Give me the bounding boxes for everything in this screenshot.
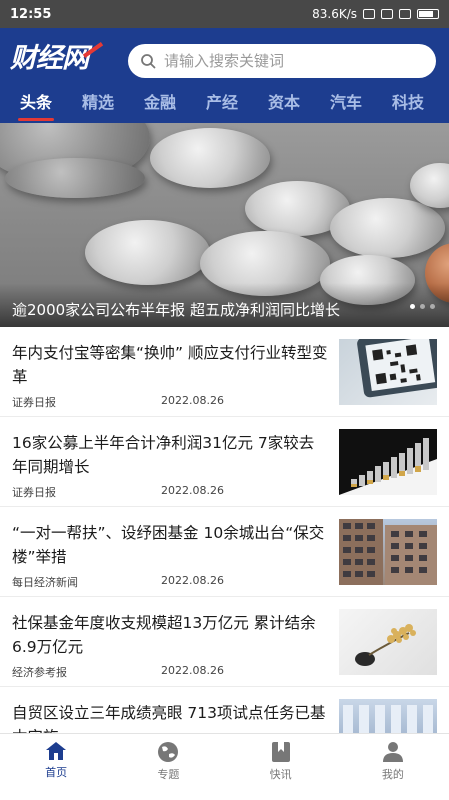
news-thumbnail (339, 519, 437, 585)
wifi-icon (381, 9, 393, 19)
tab-jinrong[interactable]: 金融 (134, 90, 186, 123)
signal-icon (399, 9, 411, 19)
logo-text: 财经网 (10, 43, 89, 74)
coin-image (330, 198, 445, 258)
coin-stack-chart-image (339, 438, 437, 495)
coin-image (5, 158, 145, 198)
news-title: 年内支付宝等密集“换帅” 顺应支付行业转型变革 (12, 344, 328, 386)
news-source: 证券日报 (12, 486, 56, 499)
tab-toutiao[interactable]: 头条 (10, 90, 62, 123)
category-tabs: 头条 精选 金融 产经 资本 汽车 科技 (0, 90, 449, 123)
tab-keji[interactable]: 科技 (382, 90, 434, 123)
tab-qiche[interactable]: 汽车 (320, 90, 372, 123)
coin-image (150, 128, 270, 188)
news-item[interactable]: 年内支付宝等密集“换帅” 顺应支付行业转型变革 证券日报 2022.08.26 (0, 327, 449, 417)
tabbar-home[interactable]: 首页 (0, 734, 112, 800)
network-speed: 83.6K/s (312, 7, 357, 21)
tabbar-label: 专题 (157, 768, 180, 781)
app-logo: 财经网 (10, 42, 108, 76)
home-icon (46, 742, 67, 760)
news-source: 证券日报 (12, 396, 56, 409)
news-date: 2022.08.26 (161, 574, 224, 587)
user-icon (382, 742, 403, 762)
news-source: 经济参考报 (12, 666, 67, 679)
news-item[interactable]: “一对一帮扶”、设纾困基金 10余城出台“保交楼”举措 每日经济新闻 2022.… (0, 507, 449, 597)
bookmark-icon (271, 742, 290, 762)
search-bar[interactable] (128, 44, 436, 78)
news-list: 年内支付宝等密集“换帅” 顺应支付行业转型变革 证券日报 2022.08.26 … (0, 327, 449, 777)
tab-chanjing[interactable]: 产经 (196, 90, 248, 123)
news-date: 2022.08.26 (161, 394, 224, 407)
carousel-dot[interactable] (430, 304, 435, 309)
status-bar: 12:55 83.6K/s (0, 0, 449, 28)
globe-icon (158, 742, 179, 762)
news-thumbnail (339, 429, 437, 495)
news-source: 每日经济新闻 (12, 576, 78, 589)
tabbar-label: 首页 (45, 766, 68, 779)
news-date: 2022.08.26 (161, 484, 224, 497)
tab-jingxuan[interactable]: 精选 (72, 90, 124, 123)
battery-icon (417, 9, 439, 19)
hero-banner[interactable]: 逾2000家公司公布半年报 超五成净利润同比增长 (0, 123, 449, 327)
status-indicators: 83.6K/s (312, 7, 439, 21)
tabbar-label: 快讯 (269, 768, 292, 781)
carousel-dot[interactable] (410, 304, 415, 309)
apartment-building-image (339, 519, 437, 585)
tab-ziben[interactable]: 资本 (258, 90, 310, 123)
news-date: 2022.08.26 (161, 664, 224, 677)
app-header: 财经网 头条 精选 金融 产经 资本 汽车 科技 (0, 28, 449, 123)
news-item[interactable]: 社保基金年度收支规模超13万亿元 累计结余6.9万亿元 经济参考报 2022.0… (0, 597, 449, 687)
bluetooth-icon (363, 9, 375, 19)
news-thumbnail (339, 339, 437, 405)
status-time: 12:55 (10, 6, 52, 22)
money-plant-image (355, 624, 416, 666)
news-thumbnail (339, 609, 437, 675)
tabbar-profile[interactable]: 我的 (337, 734, 449, 800)
tabbar-label: 我的 (381, 768, 404, 781)
bottom-tab-bar: 首页 专题 快讯 我的 (0, 733, 449, 800)
news-title: “一对一帮扶”、设纾困基金 10余城出台“保交楼”举措 (12, 524, 325, 566)
carousel-dot[interactable] (420, 304, 425, 309)
qr-phone-image (357, 339, 437, 398)
search-icon (141, 54, 156, 69)
tabbar-flash[interactable]: 快讯 (225, 734, 337, 800)
search-input[interactable] (164, 52, 424, 70)
news-title: 社保基金年度收支规模超13万亿元 累计结余6.9万亿元 (12, 614, 316, 656)
news-item[interactable]: 16家公募上半年合计净利润31亿元 7家较去年同期增长 证券日报 2022.08… (0, 417, 449, 507)
coin-image (85, 220, 210, 285)
hero-title: 逾2000家公司公布半年报 超五成净利润同比增长 (12, 301, 340, 319)
carousel-dots (410, 304, 435, 309)
tabbar-topics[interactable]: 专题 (112, 734, 224, 800)
news-title: 16家公募上半年合计净利润31亿元 7家较去年同期增长 (12, 434, 315, 476)
